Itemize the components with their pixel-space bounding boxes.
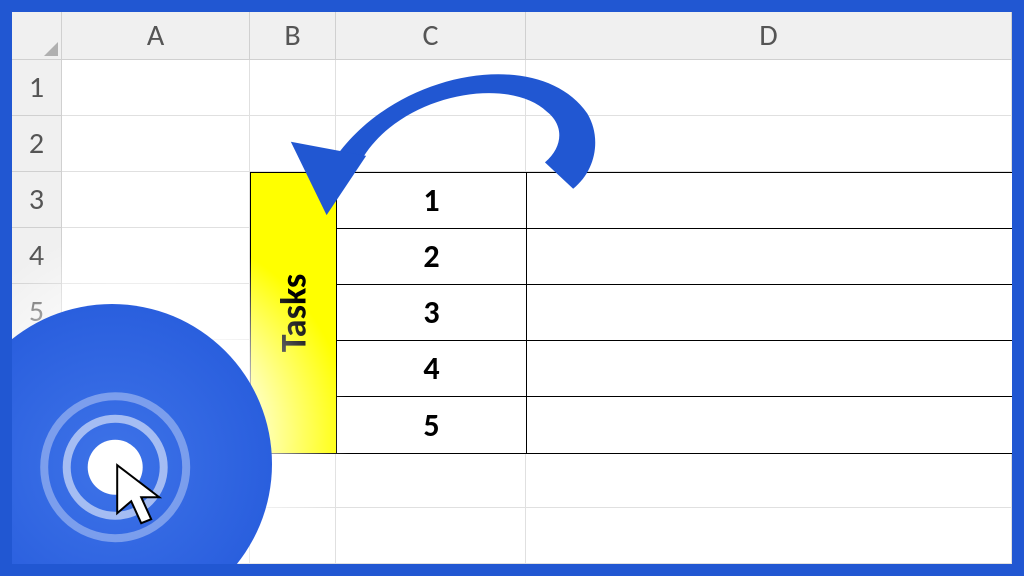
app-frame: A B C D 1 2 3 4 5 6 <box>12 12 1012 564</box>
click-rings-icon <box>35 387 195 547</box>
task-number-cell[interactable]: 2 <box>337 229 527 285</box>
row-header-1[interactable]: 1 <box>12 60 62 116</box>
row-header-2[interactable]: 2 <box>12 116 62 172</box>
column-headers: A B C D <box>12 12 1012 60</box>
row-header-3[interactable]: 3 <box>12 172 62 228</box>
task-desc-cell[interactable] <box>527 397 1012 453</box>
column-header-D[interactable]: D <box>526 12 1012 60</box>
tasks-table: Tasks 1 2 3 4 5 <box>250 172 1012 454</box>
cursor-icon <box>109 461 179 531</box>
column-header-B[interactable]: B <box>250 12 336 60</box>
task-number-cell[interactable]: 1 <box>337 173 527 229</box>
column-header-A[interactable]: A <box>62 12 250 60</box>
task-number-cell[interactable]: 3 <box>337 285 527 341</box>
task-number-cell[interactable]: 5 <box>337 397 527 453</box>
task-desc-cell[interactable] <box>527 229 1012 285</box>
tasks-label: Tasks <box>271 274 315 353</box>
tasks-header-cell[interactable]: Tasks <box>251 173 337 453</box>
task-desc-cell[interactable] <box>527 173 1012 229</box>
select-all-corner[interactable] <box>12 12 62 60</box>
task-number-cell[interactable]: 4 <box>337 341 527 397</box>
task-desc-cell[interactable] <box>527 285 1012 341</box>
column-header-C[interactable]: C <box>336 12 526 60</box>
task-desc-cell[interactable] <box>527 341 1012 397</box>
row-header-4[interactable]: 4 <box>12 228 62 284</box>
